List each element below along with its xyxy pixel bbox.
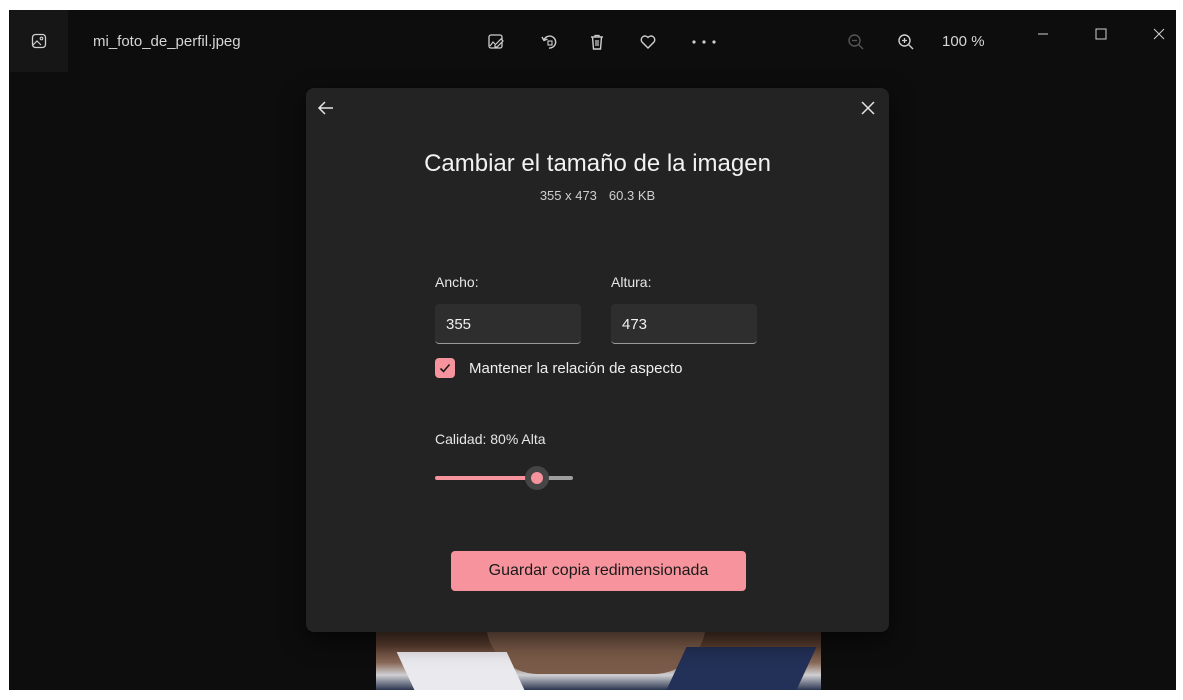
image-dimensions: 355 x 473 <box>539 188 597 203</box>
resize-dialog: Cambiar el tamaño de la imagen 355 x 473… <box>306 88 889 632</box>
height-label: Altura: <box>611 274 652 290</box>
delete-icon[interactable] <box>585 30 609 54</box>
slider-track-filled <box>435 476 539 480</box>
favorite-icon[interactable] <box>636 30 660 54</box>
image-info: 355 x 473 60.3 KB <box>306 188 889 203</box>
aspect-ratio-label[interactable]: Mantener la relación de aspecto <box>469 360 682 377</box>
photos-window: mi_foto_de_perfil.jpeg 100 % Cambiar el … <box>9 10 1176 690</box>
zoom-out-icon[interactable] <box>844 30 868 54</box>
maximize-icon[interactable] <box>1089 22 1113 46</box>
aspect-ratio-checkbox[interactable] <box>435 358 455 378</box>
title-bar: mi_foto_de_perfil.jpeg 100 % <box>9 10 1176 72</box>
zoom-level[interactable]: 100 % <box>942 33 985 50</box>
more-icon[interactable] <box>687 30 721 54</box>
checkmark-icon <box>439 363 451 373</box>
width-input[interactable]: 355 <box>435 304 581 344</box>
dialog-title: Cambiar el tamaño de la imagen <box>424 150 771 177</box>
rotate-icon[interactable] <box>537 30 561 54</box>
save-resized-copy-button[interactable]: Guardar copia redimensionada <box>451 551 746 591</box>
height-input[interactable]: 473 <box>611 304 757 344</box>
width-label: Ancho: <box>435 274 479 290</box>
zoom-in-icon[interactable] <box>894 30 918 54</box>
image-filesize: 60.3 KB <box>608 188 656 203</box>
close-icon[interactable] <box>1147 22 1171 46</box>
quality-label: Calidad: 80% Alta <box>435 431 546 447</box>
photo-preview <box>376 622 821 690</box>
dialog-close-icon[interactable] <box>856 96 880 120</box>
back-arrow-icon[interactable] <box>314 96 338 120</box>
image-app-icon[interactable] <box>10 10 68 72</box>
file-name: mi_foto_de_perfil.jpeg <box>93 33 241 50</box>
slider-thumb[interactable] <box>525 466 549 490</box>
quality-slider[interactable] <box>435 466 575 490</box>
edit-icon[interactable] <box>484 30 508 54</box>
minimize-icon[interactable] <box>1031 22 1055 46</box>
